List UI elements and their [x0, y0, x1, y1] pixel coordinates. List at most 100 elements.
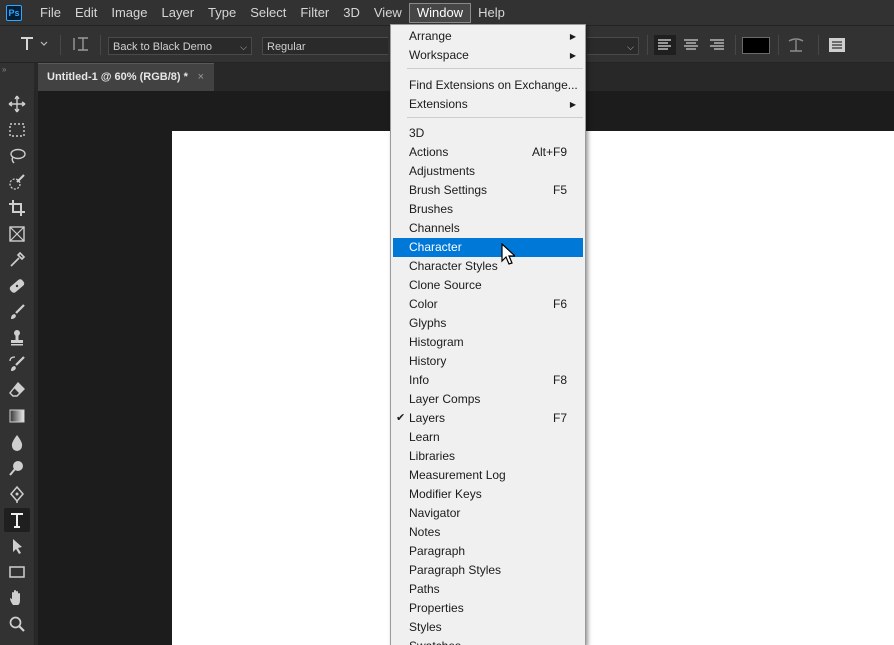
menu-item-paragraph-styles[interactable]: Paragraph Styles: [393, 561, 583, 580]
menu-item-modifier-keys[interactable]: Modifier Keys: [393, 485, 583, 504]
menu-item-character[interactable]: Character: [393, 238, 583, 257]
toggle-text-orientation-icon[interactable]: [72, 35, 92, 58]
menu-item-extensions[interactable]: Extensions ▶: [393, 95, 583, 114]
menu-type[interactable]: Type: [201, 3, 243, 23]
menu-item-history[interactable]: History: [393, 352, 583, 371]
menu-item-label: Glyphs: [409, 316, 447, 330]
menu-item-shortcut: F6: [552, 297, 567, 311]
menu-item-libraries[interactable]: Libraries: [393, 447, 583, 466]
menu-item-arrange[interactable]: Arrange ▶: [393, 27, 583, 46]
character-panel-toggle-icon[interactable]: [826, 35, 848, 60]
collapse-panel-icon[interactable]: »: [2, 65, 6, 74]
menu-item-properties[interactable]: Properties: [393, 599, 583, 618]
menu-item-label: Adjustments: [409, 164, 476, 178]
menu-item-info[interactable]: Info F8: [393, 371, 583, 390]
menu-item-find-extensions-on-exchange[interactable]: Find Extensions on Exchange...: [393, 76, 583, 95]
document-tab[interactable]: Untitled-1 @ 60% (RGB/8) * ×: [38, 63, 214, 91]
menu-item-brush-settings[interactable]: Brush Settings F5: [393, 181, 583, 200]
menu-item-layer-comps[interactable]: Layer Comps: [393, 390, 583, 409]
window-menu: Arrange ▶ Workspace ▶ Find Extensions on Exc…: [390, 24, 586, 645]
frame-icon[interactable]: [4, 222, 30, 246]
move-icon[interactable]: [4, 92, 30, 116]
dodge-icon[interactable]: [4, 456, 30, 480]
clone-stamp-icon[interactable]: [4, 326, 30, 350]
path-select-icon[interactable]: [4, 534, 30, 558]
type-icon[interactable]: [4, 508, 30, 532]
menu-item-label: Layer Comps: [409, 392, 481, 406]
menu-item-notes[interactable]: Notes: [393, 523, 583, 542]
menu-item-layers[interactable]: Layers ✔ F7: [393, 409, 583, 428]
menu-select[interactable]: Select: [243, 3, 293, 23]
rectangle-icon[interactable]: [4, 560, 30, 584]
align-center-icon: [684, 39, 698, 50]
menu-item-brushes[interactable]: Brushes: [393, 200, 583, 219]
options-separator: [818, 35, 819, 55]
menu-layer[interactable]: Layer: [155, 3, 202, 23]
crop-icon[interactable]: [4, 196, 30, 220]
close-icon[interactable]: ×: [198, 64, 204, 91]
lasso-icon[interactable]: [4, 144, 30, 168]
menu-item-adjustments[interactable]: Adjustments: [393, 162, 583, 181]
menu-3d[interactable]: 3D: [336, 3, 367, 23]
eraser-icon[interactable]: [4, 378, 30, 402]
menu-item-label: Styles: [409, 620, 442, 634]
menu-item-clone-source[interactable]: Clone Source: [393, 276, 583, 295]
menu-item-label: Channels: [409, 221, 460, 235]
align-right-icon: [710, 39, 724, 50]
brush-icon[interactable]: [4, 300, 30, 324]
menu-item-channels[interactable]: Channels: [393, 219, 583, 238]
warp-text-icon[interactable]: [786, 35, 806, 60]
menu-item-label: Brushes: [409, 202, 454, 216]
font-style-dropdown[interactable]: Regular: [262, 37, 388, 55]
menu-filter[interactable]: Filter: [293, 3, 336, 23]
menu-item-styles[interactable]: Styles: [393, 618, 583, 637]
menu-item-navigator[interactable]: Navigator: [393, 504, 583, 523]
menu-item-label: Notes: [409, 525, 441, 539]
menu-help[interactable]: Help: [471, 3, 512, 23]
menu-item-measurement-log[interactable]: Measurement Log: [393, 466, 583, 485]
menu-item-character-styles[interactable]: Character Styles: [393, 257, 583, 276]
blur-icon[interactable]: [4, 430, 30, 454]
menu-item-paths[interactable]: Paths: [393, 580, 583, 599]
eyedropper-icon[interactable]: [4, 248, 30, 272]
menu-window[interactable]: Window: [408, 2, 472, 23]
menu-view[interactable]: View: [367, 3, 409, 23]
align-left-button[interactable]: [654, 35, 676, 55]
menu-item-shortcut: F8: [552, 373, 567, 387]
text-color-swatch[interactable]: [742, 37, 770, 54]
menu-item-label: Paragraph Styles: [409, 563, 502, 577]
marquee-icon[interactable]: [4, 118, 30, 142]
menu-item-paragraph[interactable]: Paragraph: [393, 542, 583, 561]
menu-item-label: Properties: [409, 601, 464, 615]
history-brush-icon[interactable]: [4, 352, 30, 376]
menu-item-glyphs[interactable]: Glyphs: [393, 314, 583, 333]
menu-item-workspace[interactable]: Workspace ▶: [393, 46, 583, 65]
menu-item-shortcut: F7: [552, 411, 567, 425]
menu-item-color[interactable]: Color F6: [393, 295, 583, 314]
align-left-icon: [658, 39, 671, 50]
menu-item-label: 3D: [409, 126, 425, 140]
healing-brush-icon[interactable]: [4, 274, 30, 298]
menu-item-learn[interactable]: Learn: [393, 428, 583, 447]
pen-icon[interactable]: [4, 482, 30, 506]
menu-item-label: History: [409, 354, 447, 368]
menu-edit[interactable]: Edit: [68, 3, 104, 23]
menu-item-label: Measurement Log: [409, 468, 506, 482]
anti-alias-dropdown[interactable]: ⌵: [587, 37, 639, 55]
menu-item-label: Character: [409, 240, 462, 254]
quick-select-icon[interactable]: [4, 170, 30, 194]
menu-image[interactable]: Image: [104, 3, 154, 23]
menu-file[interactable]: File: [33, 3, 68, 23]
align-right-button[interactable]: [706, 35, 728, 60]
menu-item-3d[interactable]: 3D: [393, 124, 583, 143]
hand-icon[interactable]: [4, 586, 30, 610]
menu-item-histogram[interactable]: Histogram: [393, 333, 583, 352]
menu-item-actions[interactable]: Actions Alt+F9: [393, 143, 583, 162]
font-family-dropdown[interactable]: Back to Black Demo ⌵: [108, 37, 252, 55]
zoom-icon[interactable]: [4, 612, 30, 636]
options-separator: [778, 35, 779, 55]
align-center-button[interactable]: [680, 35, 702, 60]
type-tool-preset-icon[interactable]: [18, 35, 48, 58]
gradient-icon[interactable]: [4, 404, 30, 428]
menu-item-swatches[interactable]: Swatches: [393, 637, 583, 645]
